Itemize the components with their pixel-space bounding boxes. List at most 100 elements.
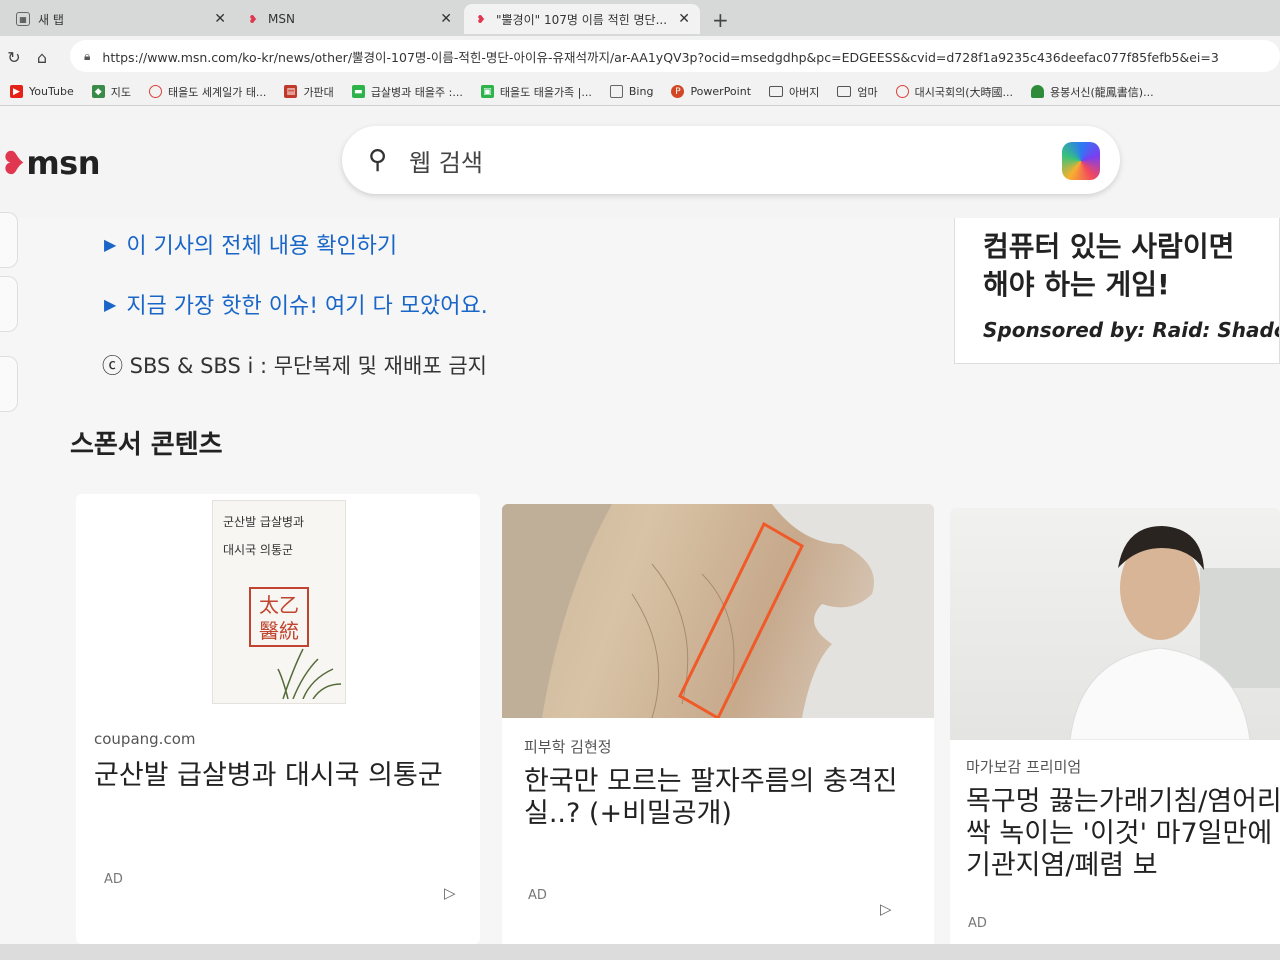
doctor-photo <box>1069 526 1280 741</box>
bookmark-taeuldo-family[interactable]: ▣ 태을도 태을가족 |... <box>480 84 592 100</box>
navigation-bar: ↻ ⌂ 🔒︎ https://www.msn.com/ko-kr/news/ot… <box>0 36 1280 78</box>
sponsored-card-wrinkles[interactable]: 피부학 김현정 한국만 모르는 팔자주름의 충격진실..? (+비밀공개) AD… <box>502 504 934 954</box>
triangle-right-icon: ▶ <box>104 234 117 254</box>
page-icon <box>609 85 623 98</box>
triangle-right-icon: ▶ <box>104 294 117 314</box>
book-cover-text: 대시국 의통군 <box>223 543 294 557</box>
home-icon[interactable]: ⌂ <box>28 48 56 67</box>
new-tab-button[interactable]: + <box>712 8 729 32</box>
bookmark-daesiguk[interactable]: 대시국회의(大時國... <box>895 84 1014 100</box>
bookmark-label: Bing <box>628 85 654 98</box>
hot-issues-link[interactable]: ▶ 지금 가장 핫한 이슈! 여기 다 모았어요. <box>104 288 488 320</box>
link-text: 지금 가장 핫한 이슈! 여기 다 모았어요. <box>126 294 488 319</box>
close-icon[interactable]: ✕ <box>214 11 226 27</box>
powerpoint-icon: P <box>671 85 685 98</box>
side-rail-button[interactable] <box>0 356 18 412</box>
copyright-notice: ⓒ SBS & SBS i : 무단복제 및 재배포 금지 <box>102 354 487 378</box>
book-cover-text: 군산발 급살병과 <box>223 515 305 529</box>
bookmark-label: 태을도 태을가족 |... <box>499 85 592 99</box>
bookmark-label: 지도 <box>110 85 131 99</box>
bookmark-youtube[interactable]: ▶ YouTube <box>10 85 74 98</box>
tab-article[interactable]: ❥ "뿔경이" 107명 이름 적힌 명단... ✕ <box>464 4 700 34</box>
bookmark-yongbong[interactable]: 용봉서신(龍鳳書信)... <box>1031 84 1154 100</box>
youtube-icon: ▶ <box>10 85 23 98</box>
copilot-icon[interactable] <box>1062 142 1100 180</box>
card-source: 피부학 김현정 <box>524 738 612 756</box>
msn-header: ❥msn ⚲ 웹 검색 <box>0 106 1280 218</box>
logo-text: msn <box>26 144 100 182</box>
doc-icon: ▣ <box>480 85 494 98</box>
circle-icon <box>895 85 909 98</box>
bookmark-label: 엄마 <box>857 85 878 99</box>
bookmark-bing[interactable]: Bing <box>609 85 654 98</box>
msn-butterfly-icon: ❥ <box>248 12 258 26</box>
tab-new-tab[interactable]: ▦ 새 탭 ✕ <box>6 4 236 34</box>
tab-title: 새 탭 <box>38 12 64 27</box>
taskbar-edge <box>0 944 1280 960</box>
folder-icon <box>837 86 852 97</box>
search-placeholder: 웹 검색 <box>409 148 483 177</box>
sponsored-game-ad[interactable]: 컴퓨터 있는 사람이면 해야 하는 게임! Sponsored by: Raid… <box>954 218 1280 364</box>
bookmark-label: 용봉서신(龍鳳書信)... <box>1050 85 1154 99</box>
bookmark-taeuldo-world[interactable]: 태을도 세계일가 태... <box>148 84 267 100</box>
side-rail-button[interactable] <box>0 212 18 268</box>
face-illustration <box>502 504 934 721</box>
tree-icon <box>1031 85 1045 98</box>
card-title: 한국만 모르는 팔자주름의 충격진실..? (+비밀공개) <box>524 766 898 829</box>
sponsored-by: Sponsored by: Raid: Shadow <box>983 318 1280 342</box>
close-icon[interactable]: ✕ <box>678 11 690 27</box>
sponsored-card-throat[interactable]: 마가보감 프리미엄 목구멍 끓는가래기침/염어리 싹 녹이는 '이것' 마7일만… <box>950 508 1280 958</box>
refresh-icon[interactable]: ↻ <box>0 48 28 67</box>
grass-illustration <box>277 648 342 699</box>
book-cover-image: 군산발 급살병과 대시국 의통군 太乙醫統 <box>212 500 346 704</box>
ad-label: AD <box>104 872 123 887</box>
ad-headline-line2: 해야 하는 게임! <box>983 268 1170 301</box>
lock-icon: 🔒︎ <box>84 48 91 63</box>
bookmark-newsstand[interactable]: ▤ 가판대 <box>284 84 334 100</box>
bookmark-label: YouTube <box>29 85 74 98</box>
card-source: coupang.com <box>94 730 196 748</box>
card-image <box>502 504 934 721</box>
bookmark-label: 대시국회의(大時國... <box>914 85 1014 99</box>
card-title: 군산발 급살병과 대시국 의통군 <box>94 760 443 791</box>
bookmark-powerpoint[interactable]: P PowerPoint <box>671 85 751 98</box>
adchoices-icon[interactable]: ▷ <box>444 884 456 902</box>
ad-headline-line1: 컴퓨터 있는 사람이면 <box>983 230 1235 263</box>
bookmark-label: 아버지 <box>789 85 820 99</box>
tab-title: "뿔경이" 107명 이름 적힌 명단... <box>496 12 668 27</box>
news-icon: ▤ <box>284 85 298 98</box>
bookmark-maps[interactable]: ◆ 지도 <box>91 84 131 100</box>
msn-logo[interactable]: ❥msn <box>0 144 100 182</box>
chat-icon: ▬ <box>351 85 365 98</box>
card-title: 목구멍 끓는가래기침/염어리 싹 녹이는 '이것' 마7일만에 기관지염/폐렴 … <box>966 786 1280 881</box>
adchoices-icon[interactable]: ▷ <box>880 900 892 918</box>
folder-icon <box>769 86 784 97</box>
url-text: https://www.msn.com/ko-kr/news/other/뿔경이… <box>102 49 1219 65</box>
bookmark-mother[interactable]: 엄마 <box>837 84 878 100</box>
tab-title: MSN <box>268 12 295 26</box>
article-content: ▶ 이 기사의 전체 내용 확인하기 ▶ 지금 가장 핫한 이슈! 여기 다 모… <box>0 212 1280 960</box>
search-icon: ⚲ <box>368 145 388 175</box>
card-source: 마가보감 프리미엄 <box>966 758 1082 776</box>
bookmark-label: 급살병과 태을주 :... <box>370 85 463 99</box>
bookmark-label: 가판대 <box>303 85 334 99</box>
msn-butterfly-icon: ❥ <box>476 12 486 26</box>
sponsored-card-book[interactable]: 군산발 급살병과 대시국 의통군 太乙醫統 coupang.com 군산발 급살… <box>76 494 480 944</box>
bookmarks-bar: ▶ YouTube ◆ 지도 태을도 세계일가 태... ▤ 가판대 ▬ 급살병… <box>0 78 1280 106</box>
maps-icon: ◆ <box>91 85 105 98</box>
ad-label: AD <box>968 916 987 931</box>
sponsored-section-title: 스폰서 콘텐츠 <box>70 430 223 460</box>
link-text: 이 기사의 전체 내용 확인하기 <box>126 234 398 259</box>
close-icon[interactable]: ✕ <box>440 11 452 27</box>
address-bar[interactable]: 🔒︎ https://www.msn.com/ko-kr/news/other/… <box>70 40 1280 72</box>
side-rail-button[interactable] <box>0 276 18 332</box>
tab-msn[interactable]: ❥ MSN ✕ <box>236 4 462 34</box>
card-image <box>950 508 1280 741</box>
circle-icon <box>148 85 162 98</box>
bookmark-geupsal[interactable]: ▬ 급살병과 태을주 :... <box>351 84 463 100</box>
bookmark-father[interactable]: 아버지 <box>769 84 819 100</box>
bookmark-label: 태을도 세계일가 태... <box>167 85 267 99</box>
web-search-box[interactable]: ⚲ 웹 검색 <box>342 126 1120 194</box>
article-full-content-link[interactable]: ▶ 이 기사의 전체 내용 확인하기 <box>104 228 397 260</box>
msn-butterfly-icon: ❥ <box>0 144 27 182</box>
